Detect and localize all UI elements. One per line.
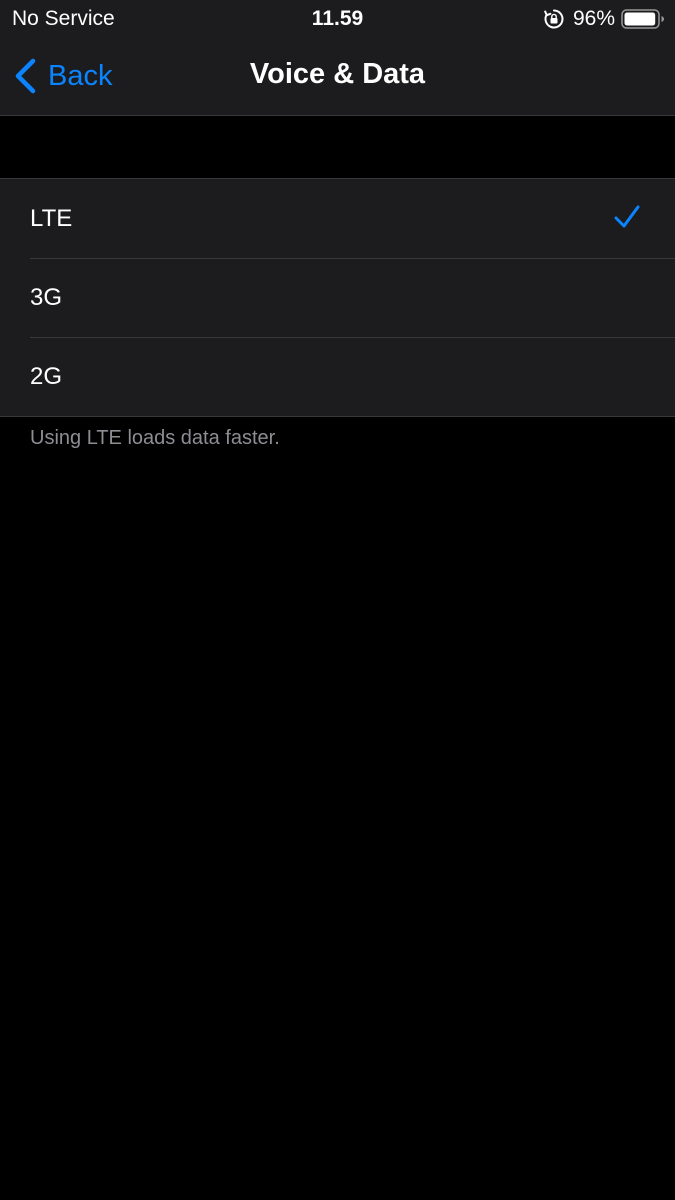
status-bar: No Service 11.59 96% xyxy=(0,0,675,38)
page-title: Voice & Data xyxy=(249,58,426,90)
checkmark-icon xyxy=(613,203,641,231)
footer-note: Using LTE loads data faster. xyxy=(30,427,280,449)
battery-icon xyxy=(621,8,665,30)
battery-percentage: 96% xyxy=(572,7,615,30)
option-label: 2G xyxy=(30,363,63,390)
option-row-3g[interactable]: 3G xyxy=(0,258,675,337)
orientation-lock-icon xyxy=(543,8,565,30)
navigation-bar: Back Voice & Data xyxy=(0,38,675,116)
option-label: LTE xyxy=(30,205,73,232)
option-row-2g[interactable]: 2G xyxy=(0,337,675,416)
network-options-list: LTE 3G 2G xyxy=(0,178,675,417)
status-right-group: 96% xyxy=(543,6,665,32)
option-label: 3G xyxy=(30,284,63,311)
option-row-lte[interactable]: LTE xyxy=(0,179,675,258)
